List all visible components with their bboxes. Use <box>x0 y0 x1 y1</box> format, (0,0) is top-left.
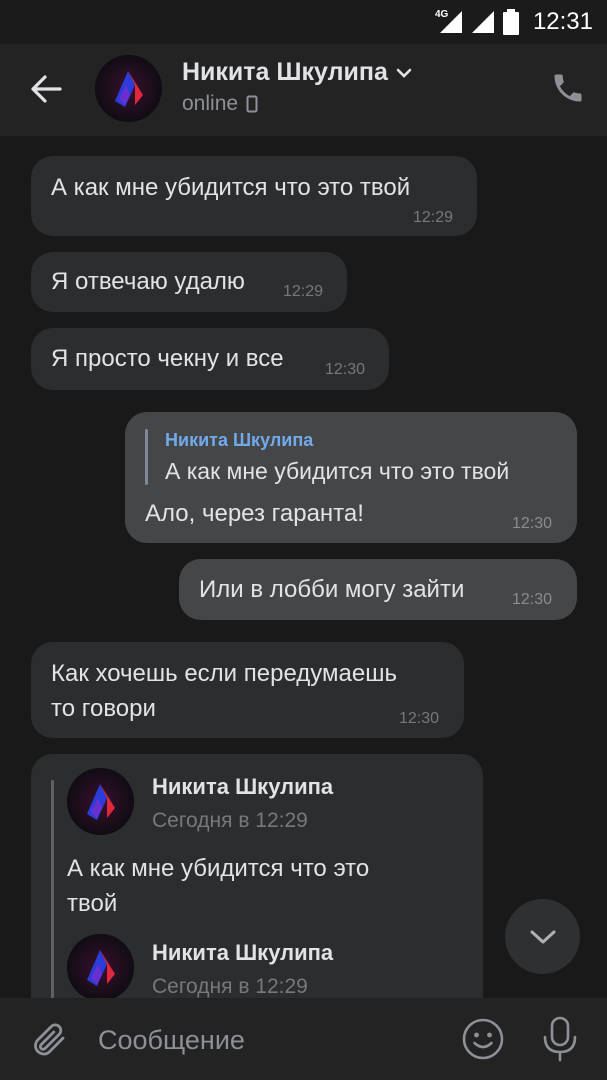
message-time: 12:30 <box>512 515 553 532</box>
chevron-down-icon <box>530 930 555 943</box>
forwarded-time: Сегодня в 12:29 <box>152 975 308 998</box>
message-bubble-incoming[interactable]: Я отвечаю удалю 12:29 <box>31 252 347 312</box>
status-text: online <box>182 92 239 115</box>
message-bubble-outgoing[interactable]: Или в лобби могу зайти 12:30 <box>179 559 577 620</box>
voice-message-button[interactable] <box>540 1015 580 1063</box>
battery-icon <box>502 9 519 35</box>
message-time: 12:30 <box>325 361 366 378</box>
back-arrow-icon <box>31 75 62 103</box>
smile-icon <box>462 1018 504 1060</box>
message-text: Или в лобби могу зайти <box>199 576 465 603</box>
call-button[interactable] <box>550 70 586 106</box>
message-bubble-outgoing[interactable]: Никита Шкулипа А как мне убидится что эт… <box>125 412 577 543</box>
message-list[interactable]: А как мне убидится что это твой 12:29 Я … <box>0 136 607 998</box>
forwarded-author-name[interactable]: Никита Шкулипа <box>152 774 333 800</box>
message-text: Ало, через гаранта! <box>145 500 364 527</box>
forwarded-text-line: А как мне убидится что это <box>67 855 370 882</box>
chat-header: Никита Шкулипа online <box>0 44 607 136</box>
paperclip-icon <box>34 1023 65 1056</box>
message-bubble-forwarded[interactable]: Никита Шкулипа Сегодня в 12:29 А как мне… <box>31 754 483 998</box>
emoji-button[interactable] <box>461 1017 505 1061</box>
microphone-icon <box>543 1016 577 1062</box>
scroll-to-bottom-button[interactable] <box>505 899 580 974</box>
mobile-device-icon <box>246 95 258 113</box>
message-text: Я просто чекну и все <box>51 345 284 372</box>
chevron-down-icon <box>396 68 412 78</box>
contact-name-button[interactable]: Никита Шкулипа <box>182 58 412 87</box>
contact-avatar[interactable] <box>95 55 162 122</box>
forward-quote-bar <box>51 780 54 998</box>
forwarded-time: Сегодня в 12:29 <box>152 809 308 832</box>
cellular-4g-icon: 4G <box>435 9 463 35</box>
message-composer <box>0 998 607 1080</box>
reply-quote-bar <box>145 429 148 485</box>
forwarded-author-name[interactable]: Никита Шкулипа <box>152 940 333 966</box>
contact-name: Никита Шкулипа <box>182 58 388 86</box>
status-icons: 4G 12:31 <box>435 6 593 38</box>
contact-status: online <box>182 92 258 116</box>
message-text: А как мне убидится что это твой <box>51 174 411 201</box>
clock: 12:31 <box>532 8 593 35</box>
message-bubble-incoming[interactable]: Я просто чекну и все 12:30 <box>31 328 389 390</box>
reply-author[interactable]: Никита Шкулипа <box>165 430 313 451</box>
message-time: 12:30 <box>512 591 553 608</box>
message-bubble-incoming[interactable]: Как хочешь если передумаешь то говори 12… <box>31 642 464 738</box>
message-text: Я отвечаю удалю <box>51 268 245 295</box>
message-text-line: то говори <box>51 695 156 722</box>
forwarded-author-avatar[interactable] <box>67 934 134 998</box>
network-type: 4G <box>434 9 449 20</box>
signal-icon <box>471 11 494 33</box>
message-time: 12:29 <box>283 283 324 300</box>
status-bar: 4G 12:31 <box>0 0 607 44</box>
forwarded-author-avatar[interactable] <box>67 768 134 835</box>
message-text-line: Как хочешь если передумаешь <box>51 660 397 687</box>
reply-text[interactable]: А как мне убидится что это твой <box>165 454 509 489</box>
message-bubble-incoming[interactable]: А как мне убидится что это твой 12:29 <box>31 156 477 236</box>
forwarded-text-line: твой <box>67 890 118 917</box>
phone-icon <box>554 74 582 102</box>
message-time: 12:30 <box>399 710 440 727</box>
message-time: 12:29 <box>413 209 454 226</box>
attach-button[interactable] <box>28 1018 68 1060</box>
back-button[interactable] <box>26 68 68 110</box>
message-input[interactable] <box>96 1018 440 1062</box>
